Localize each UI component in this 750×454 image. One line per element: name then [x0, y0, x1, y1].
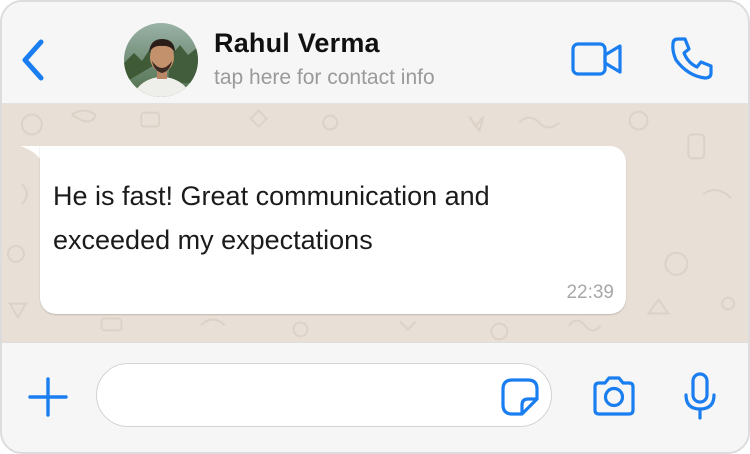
message-input[interactable] — [96, 363, 552, 427]
message-line: He is fast! Great communication and — [53, 181, 490, 211]
chat-screen: Rahul Verma tap here for contact info He… — [0, 0, 750, 454]
composer-bar — [2, 342, 748, 452]
plus-icon — [28, 377, 68, 417]
avatar[interactable] — [124, 23, 198, 97]
contact-name[interactable]: Rahul Verma — [214, 28, 380, 59]
message-text: He is fast! Great communication and exce… — [53, 174, 613, 262]
camera-icon — [593, 376, 635, 416]
message-line: exceeded my expectations — [53, 225, 373, 255]
message-bubble[interactable]: He is fast! Great communication and exce… — [40, 146, 626, 314]
back-button[interactable] — [16, 36, 50, 84]
phone-icon — [671, 37, 713, 80]
chevron-left-icon — [22, 39, 44, 81]
avatar-image — [124, 23, 198, 97]
contact-info-hint[interactable]: tap here for contact info — [214, 66, 435, 90]
chat-area[interactable]: He is fast! Great communication and exce… — [2, 104, 748, 342]
attach-button[interactable] — [26, 375, 70, 419]
sticker-button[interactable] — [500, 377, 540, 417]
voice-message-button[interactable] — [680, 371, 720, 421]
camera-button[interactable] — [590, 375, 638, 417]
video-call-button[interactable] — [570, 40, 624, 78]
sticker-icon — [501, 378, 539, 416]
microphone-icon — [684, 372, 716, 420]
video-camera-icon — [571, 42, 622, 76]
voice-call-button[interactable] — [668, 34, 716, 82]
chat-header: Rahul Verma tap here for contact info — [2, 2, 748, 104]
message-timestamp: 22:39 — [566, 282, 614, 303]
